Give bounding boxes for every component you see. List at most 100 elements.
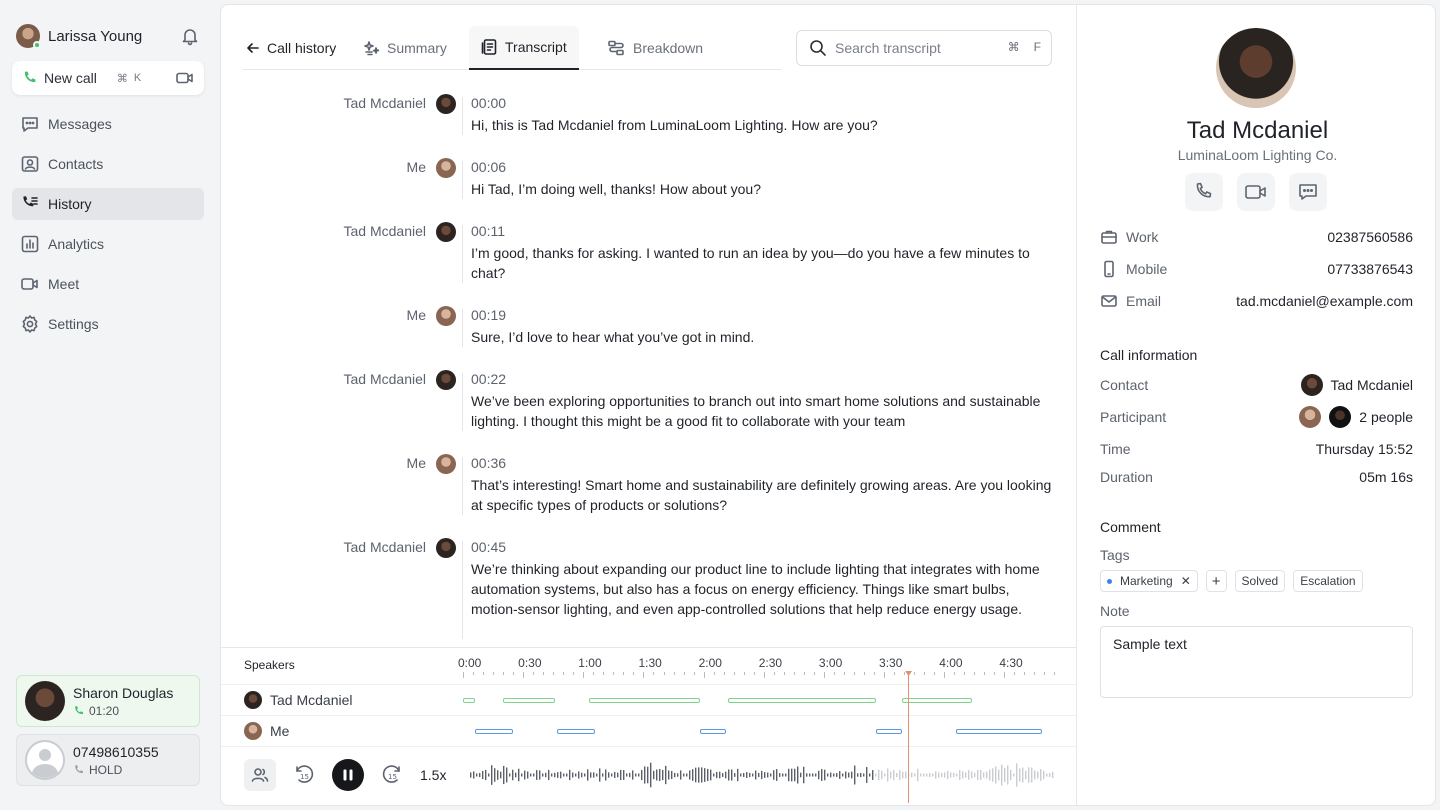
duration-row: Duration 05m 16s (1100, 467, 1413, 487)
timeline-tick-label: 0:00 (458, 656, 482, 670)
tag-escalation[interactable]: Escalation (1293, 570, 1363, 592)
waveform-bar (668, 770, 670, 780)
playhead[interactable] (908, 673, 910, 803)
video-call-icon[interactable] (175, 70, 195, 86)
mobile-phone[interactable]: 07733876543 (1327, 261, 1413, 277)
tab-summary[interactable]: Summary (363, 26, 447, 70)
call-contact-button[interactable] (1185, 173, 1223, 211)
note-textarea[interactable]: Sample text (1100, 626, 1413, 698)
speech-segment[interactable] (463, 698, 476, 703)
video-contact-button[interactable] (1237, 173, 1275, 211)
waveform-bar (1019, 768, 1021, 782)
sidebar-item-messages[interactable]: Messages (12, 108, 204, 140)
transcript-timestamp[interactable]: 00:11 (471, 223, 505, 239)
timeline-tick (874, 672, 876, 675)
playback-speed[interactable]: 1.5x (420, 767, 446, 783)
new-call-button[interactable]: New call ⌘ K (12, 61, 162, 95)
back-to-call-history[interactable]: Call history (245, 26, 336, 70)
search-box[interactable]: ⌘ F (796, 30, 1052, 66)
pause-button[interactable] (332, 759, 364, 791)
transcript-timestamp[interactable]: 00:19 (471, 307, 506, 323)
speech-segment[interactable] (589, 698, 700, 703)
work-phone[interactable]: 02387560586 (1327, 229, 1413, 245)
sidebar-item-meet[interactable]: Meet (12, 268, 204, 300)
field-label: Email (1126, 293, 1162, 309)
waveform-bar (1043, 770, 1045, 780)
speakers-toggle-button[interactable] (244, 759, 276, 791)
time-row: Time Thursday 15:52 (1100, 439, 1413, 459)
speech-segment[interactable] (876, 729, 903, 734)
tab-label: Breakdown (633, 40, 704, 56)
caller-name: Sharon Douglas (73, 684, 174, 701)
message-contact-button[interactable] (1289, 173, 1327, 211)
search-input[interactable] (835, 40, 985, 56)
call-contact-name[interactable]: Tad Mcdaniel (1331, 377, 1414, 393)
transcript-timestamp[interactable]: 00:22 (471, 371, 506, 387)
tag-marketing[interactable]: Marketing ✕ (1100, 570, 1198, 592)
timeline-tick (833, 672, 835, 675)
transcript-timestamp[interactable]: 00:00 (471, 95, 506, 111)
active-call-card[interactable]: Sharon Douglas 01:20 (16, 675, 200, 727)
tab-label: Transcript (505, 39, 567, 55)
phone-icon (73, 705, 85, 717)
speech-segment[interactable] (557, 729, 596, 734)
sidebar-item-contacts[interactable]: Contacts (12, 148, 204, 180)
tab-breakdown[interactable]: Breakdown (607, 26, 703, 70)
waveform-bar (473, 771, 475, 779)
tab-transcript[interactable]: Transcript (469, 26, 579, 70)
caller-avatar (25, 681, 65, 721)
timeline-tick (783, 672, 785, 675)
waveform-bar (698, 767, 700, 783)
forward-15-icon[interactable]: 15 (380, 763, 404, 787)
bell-icon[interactable] (180, 26, 200, 46)
speech-segment[interactable] (902, 698, 973, 703)
sidebar-item-analytics[interactable]: Analytics (12, 228, 204, 260)
mail-icon (1101, 295, 1117, 307)
email-address[interactable]: tad.mcdaniel@example.com (1236, 293, 1413, 309)
waveform-bar (827, 773, 829, 777)
timeline-tick (563, 672, 565, 675)
waveform-bar (692, 769, 694, 781)
waveform-bar (689, 770, 691, 780)
user-profile[interactable]: Larissa Young (16, 24, 204, 49)
waveform-bar (812, 773, 814, 777)
contact-name: Tad Mcdaniel (1186, 117, 1329, 144)
transcript-divider (462, 541, 463, 639)
transcript-timestamp[interactable]: 00:06 (471, 159, 506, 175)
close-icon[interactable]: ✕ (1181, 574, 1191, 588)
search-icon (809, 39, 827, 57)
speech-segment[interactable] (475, 729, 514, 734)
held-call-card[interactable]: 07498610355 HOLD (16, 734, 200, 786)
timeline-tick (1054, 672, 1056, 675)
phone-icon (1196, 182, 1212, 198)
waveform-bar (623, 770, 625, 780)
timeline-tick (894, 672, 896, 675)
video-icon (20, 274, 40, 294)
waveform-bar (935, 771, 937, 779)
add-tag-button[interactable]: + (1205, 570, 1227, 592)
gear-icon (20, 314, 40, 334)
waveform-bar (503, 765, 505, 785)
transcript-timestamp[interactable]: 00:36 (471, 455, 506, 471)
timeline-tick (773, 672, 775, 675)
speech-segment[interactable] (727, 698, 877, 703)
waveform-bar (605, 769, 607, 781)
rewind-15-icon[interactable]: 15 (292, 763, 316, 787)
speech-segment[interactable] (956, 729, 1043, 734)
tag-solved[interactable]: Solved (1234, 570, 1286, 592)
speech-segment[interactable] (503, 698, 556, 703)
caller-number: 07498610355 (73, 743, 159, 760)
waveform-bar (1040, 769, 1042, 781)
transcript-timestamp[interactable]: 00:45 (471, 539, 506, 555)
waveform-bar (776, 769, 778, 781)
sidebar-item-label: Messages (48, 116, 112, 132)
waveform-bar (1025, 770, 1027, 780)
speech-segment[interactable] (699, 729, 726, 734)
audio-waveform[interactable] (468, 757, 1058, 793)
sidebar-item-settings[interactable]: Settings (12, 308, 204, 340)
arrow-left-icon (245, 40, 261, 56)
sidebar-item-history[interactable]: History (12, 188, 204, 220)
transcript-text: We’re thinking about expanding our produ… (471, 561, 1040, 617)
timeline-tick (934, 672, 936, 675)
waveform-bar (542, 773, 544, 777)
